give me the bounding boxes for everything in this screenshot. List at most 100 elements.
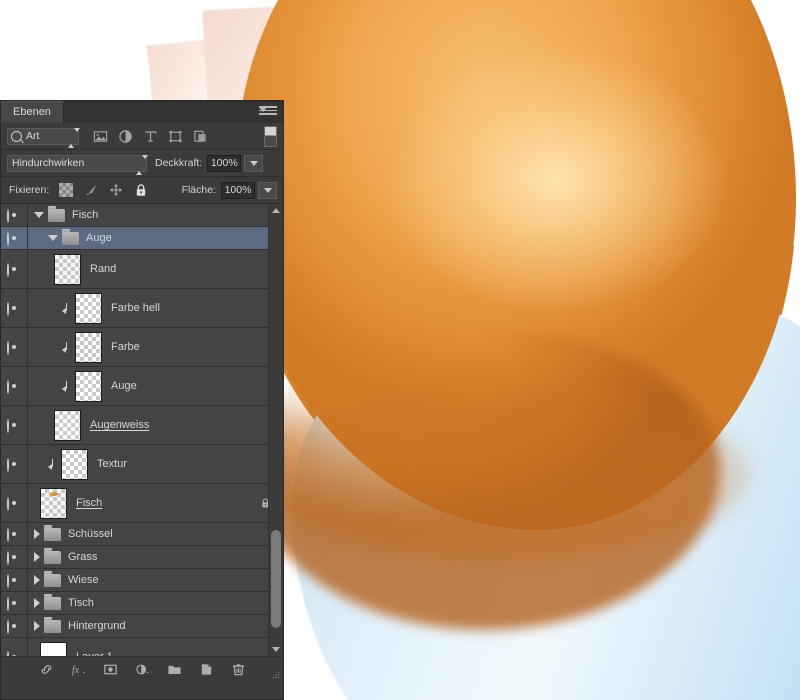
- layer-visibility-toggle[interactable]: [1, 615, 28, 637]
- layer-visibility-toggle[interactable]: [1, 484, 28, 522]
- layer-visibility-toggle[interactable]: [1, 250, 28, 288]
- delete-layer-icon[interactable]: [231, 662, 246, 677]
- layer-visibility-toggle[interactable]: [1, 445, 28, 483]
- layer-name[interactable]: Hintergrund: [68, 620, 125, 632]
- layer-visibility-toggle[interactable]: [1, 328, 28, 366]
- blend-row: Hindurchwirken Deckkraft: 100%: [1, 150, 283, 177]
- layer-thumbnail[interactable]: [75, 292, 102, 324]
- scrollbar-thumb[interactable]: [271, 530, 281, 628]
- shape-filter-icon[interactable]: [168, 129, 183, 144]
- layer-styles-fx-icon[interactable]: fx: [71, 662, 86, 677]
- lock-image-icon[interactable]: [84, 183, 98, 197]
- layer-name[interactable]: Auge: [86, 232, 112, 244]
- layer-row[interactable]: Hintergrund: [1, 615, 283, 638]
- layer-name[interactable]: Grass: [68, 551, 97, 563]
- layer-visibility-toggle[interactable]: [1, 289, 28, 327]
- layer-name[interactable]: Tisch: [68, 597, 94, 609]
- layer-row[interactable]: Fisch: [1, 204, 283, 227]
- layer-row[interactable]: Wiese: [1, 569, 283, 592]
- layer-visibility-toggle[interactable]: [1, 406, 28, 444]
- resize-grip-icon[interactable]: [272, 671, 280, 679]
- opacity-dropdown-icon[interactable]: [244, 154, 264, 172]
- eye-icon: [7, 380, 21, 394]
- folder-icon: [62, 228, 79, 245]
- scroll-up-arrow[interactable]: [269, 204, 283, 217]
- layer-row[interactable]: Tisch: [1, 592, 283, 615]
- layer-row[interactable]: Fisch: [1, 484, 283, 523]
- layer-name[interactable]: Fisch: [76, 497, 102, 509]
- layer-row[interactable]: Augenweiss: [1, 406, 283, 445]
- layer-name[interactable]: Fisch: [72, 209, 98, 221]
- panel-menu-icon[interactable]: [259, 106, 277, 118]
- opacity-value[interactable]: 100%: [207, 154, 242, 172]
- layer-visibility-toggle[interactable]: [1, 367, 28, 405]
- layer-visibility-toggle[interactable]: [1, 227, 28, 249]
- chevron-right-icon[interactable]: [34, 575, 40, 585]
- layer-visibility-toggle[interactable]: [1, 569, 28, 591]
- layer-thumbnail[interactable]: [40, 487, 67, 519]
- up-down-stepper-icon[interactable]: [68, 127, 80, 148]
- eye-icon: [7, 497, 21, 511]
- blend-mode-select[interactable]: Hindurchwirken: [7, 154, 148, 175]
- layer-row[interactable]: Farbe: [1, 328, 283, 367]
- tabbar-filler: [63, 102, 283, 123]
- chevron-down-icon[interactable]: [34, 212, 44, 218]
- eye-icon: [7, 458, 21, 472]
- chevron-right-icon[interactable]: [34, 529, 40, 539]
- layer-row[interactable]: Schüssel: [1, 523, 283, 546]
- scroll-down-arrow[interactable]: [269, 643, 283, 656]
- layer-list-scrollbar[interactable]: [268, 204, 283, 656]
- fill-value[interactable]: 100%: [221, 181, 255, 199]
- chevron-down-icon[interactable]: [48, 235, 58, 241]
- layer-visibility-toggle[interactable]: [1, 592, 28, 614]
- filter-kind-select[interactable]: Art: [7, 127, 80, 148]
- blend-mode-stepper-icon[interactable]: [136, 154, 148, 175]
- layer-row[interactable]: Auge: [1, 227, 283, 250]
- layer-name[interactable]: Augenweiss: [90, 419, 149, 431]
- lock-row: Fixieren: Fläche: 100%: [1, 177, 283, 204]
- layer-list: Fisch Auge Rand Farbe hell Farbe Auge Augenwei…: [1, 204, 283, 656]
- layer-name[interactable]: Auge: [111, 380, 137, 392]
- layer-visibility-toggle[interactable]: [1, 204, 28, 226]
- adjustment-layer-icon[interactable]: [135, 662, 150, 677]
- adjustment-filter-icon[interactable]: [118, 129, 133, 144]
- layer-name[interactable]: Rand: [90, 263, 116, 275]
- lock-position-icon[interactable]: [109, 183, 123, 197]
- add-mask-icon[interactable]: [103, 662, 118, 677]
- layer-name[interactable]: Textur: [97, 458, 127, 470]
- layer-name[interactable]: Schüssel: [68, 528, 113, 540]
- layer-visibility-toggle[interactable]: [1, 638, 28, 656]
- smartobject-filter-icon[interactable]: [193, 129, 208, 144]
- layer-thumbnail[interactable]: [75, 331, 102, 363]
- layer-row[interactable]: Rand: [1, 250, 283, 289]
- new-group-icon[interactable]: [167, 662, 182, 677]
- layer-thumbnail[interactable]: [54, 253, 81, 285]
- layer-thumbnail[interactable]: [61, 448, 88, 480]
- layer-name[interactable]: Wiese: [68, 574, 99, 586]
- clipping-mask-icon: [62, 302, 73, 315]
- chevron-right-icon[interactable]: [34, 621, 40, 631]
- tab-ebenen[interactable]: Ebenen: [1, 101, 64, 123]
- chevron-right-icon[interactable]: [34, 552, 40, 562]
- layer-row[interactable]: Farbe hell: [1, 289, 283, 328]
- fill-dropdown-icon[interactable]: [258, 181, 277, 199]
- lock-all-icon[interactable]: [134, 183, 148, 197]
- layer-name[interactable]: Farbe hell: [111, 302, 160, 314]
- type-filter-icon[interactable]: [143, 129, 158, 144]
- layer-row[interactable]: Grass: [1, 546, 283, 569]
- filter-toggle-switch[interactable]: [264, 125, 277, 147]
- layer-thumbnail[interactable]: [75, 370, 102, 402]
- layer-visibility-toggle[interactable]: [1, 546, 28, 568]
- layer-row[interactable]: Textur: [1, 445, 283, 484]
- link-layers-icon[interactable]: [39, 662, 54, 677]
- lock-transparency-icon[interactable]: [59, 183, 74, 197]
- layer-thumbnail[interactable]: [54, 409, 81, 441]
- pixel-filter-icon[interactable]: [93, 129, 108, 144]
- layer-thumbnail[interactable]: [40, 641, 67, 656]
- new-layer-icon[interactable]: [199, 662, 214, 677]
- layer-name[interactable]: Farbe: [111, 341, 140, 353]
- layer-visibility-toggle[interactable]: [1, 523, 28, 545]
- layer-row[interactable]: Auge: [1, 367, 283, 406]
- chevron-right-icon[interactable]: [34, 598, 40, 608]
- layer-row[interactable]: Layer 1: [1, 638, 283, 656]
